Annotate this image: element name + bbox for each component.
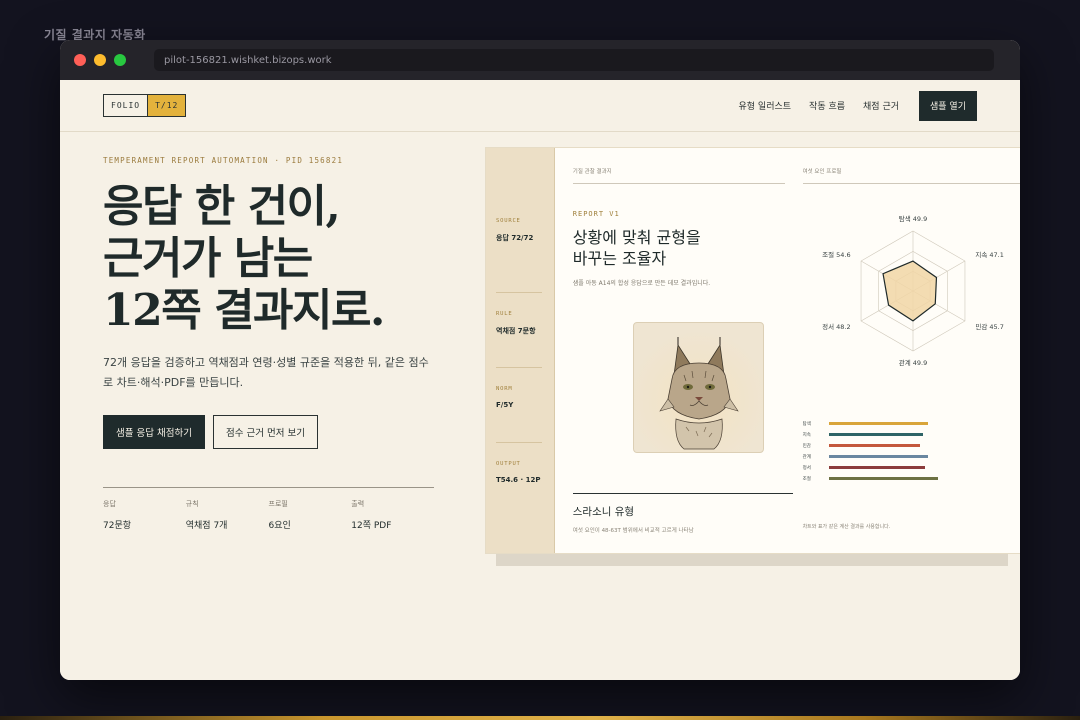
bottom-glow [0, 716, 1080, 720]
bar-track [828, 433, 949, 436]
report-sidebar: SOURCE 응답 72/72 RULE 역채점 7문항 NORM F/5Y O… [486, 148, 555, 553]
chart-note: 차트와 표가 같은 계산 결과를 사용합니다. [802, 524, 891, 530]
side-value: F/5Y [496, 401, 514, 409]
nav-link-illustrations[interactable]: 유형 일러스트 [739, 99, 792, 112]
score-sample-button[interactable]: 샘플 응답 채점하기 [103, 415, 205, 449]
stat-value: 72문항 [103, 521, 132, 531]
top-nav: FOLIO T/12 유형 일러스트 작동 흐름 채점 근거 샘플 열기 [60, 80, 1020, 132]
logo[interactable]: FOLIO T/12 [103, 94, 187, 117]
bar-label: 정서 [802, 465, 811, 471]
bar-row: 관계 [803, 451, 1020, 462]
minimize-window-button[interactable] [94, 54, 106, 66]
cta-row: 샘플 응답 채점하기 점수 근거 먼저 보기 [103, 415, 443, 449]
bar-label: 조절 [802, 476, 811, 482]
stat-responses: 응답 72문항 [103, 499, 186, 531]
nav-link-workflow[interactable]: 작동 흐름 [809, 99, 845, 112]
bar-row: 탐색 [803, 418, 1020, 429]
stats-row: 응답 72문항 규칙 역채점 7개 프로필 6요인 출력 12쪽 PDF [103, 487, 434, 531]
lynx-icon [659, 337, 739, 450]
side-label: OUTPUT [496, 461, 521, 467]
radar-chart: 탐색 49.9 지속 47.1 민감 45.7 관계 49.9 정서 48.2 조절 54… [822, 214, 1004, 367]
radar-axis-label: 관계 49.9 [898, 358, 927, 367]
radar-axis-label: 지속 47.1 [975, 250, 1004, 259]
stat-label: 프로필 [268, 500, 288, 508]
address-bar[interactable]: pilot-156821.wishket.bizops.work [154, 49, 994, 71]
side-block-norm: NORM F/5Y [496, 368, 542, 443]
side-value: 응답 72/72 [496, 234, 534, 242]
report-chart-panel: 여섯 요인 프로필 탐색 49.9 지속 47.1 민감 45.7 관계 49.9 정서… [802, 148, 1020, 553]
nav-link-scoring[interactable]: 채점 근거 [863, 99, 899, 112]
stat-label: 응답 [103, 500, 116, 508]
radar-axis-label: 민감 45.7 [975, 322, 1004, 331]
side-label: NORM [496, 386, 513, 392]
bar-label: 탐색 [802, 421, 811, 427]
side-block-source: SOURCE 응답 72/72 [496, 218, 542, 293]
type-description: 여섯 요인이 48-63T 범위에서 비교적 고르게 나타남 [572, 528, 694, 534]
bar-row: 정서 [803, 462, 1020, 473]
side-value: T54.6 · 12P [496, 476, 541, 484]
bar-label: 지속 [802, 432, 811, 438]
hero-title: 응답 한 건이, 근거가 남는 12쪽 결과지로. [103, 181, 385, 336]
stat-value: 6요인 [268, 521, 291, 531]
hero-description: 72개 응답을 검증하고 역채점과 연령·성별 규준을 적용한 뒤, 같은 점수… [103, 356, 429, 389]
radar-axis-label: 탐색 49.9 [898, 214, 927, 223]
stat-label: 출력 [351, 500, 365, 508]
radar-axis-label: 정서 48.2 [822, 322, 851, 331]
side-block-rule: RULE 역채점 7문항 [496, 293, 542, 368]
site-viewport: FOLIO T/12 유형 일러스트 작동 흐름 채점 근거 샘플 열기 TEM… [60, 80, 1020, 680]
side-label: SOURCE [496, 218, 521, 224]
stat-value: 역채점 7개 [185, 521, 228, 531]
hero-section: TEMPERAMENT REPORT AUTOMATION · PID 1568… [103, 156, 443, 531]
stat-profile: 프로필 6요인 [269, 499, 352, 531]
bar-fill [828, 477, 938, 480]
bar-track [828, 422, 949, 425]
browser-window: pilot-156821.wishket.bizops.work FOLIO T… [60, 40, 1020, 680]
bar-track [828, 477, 949, 480]
report-eyebrow: REPORT V1 [572, 210, 620, 218]
side-value: 역채점 7문항 [496, 327, 536, 335]
logo-tag: T/12 [147, 95, 186, 116]
chart-header: 여섯 요인 프로필 [802, 167, 1020, 184]
bar-track [828, 444, 949, 447]
radar-axis-label: 조절 54.6 [822, 251, 851, 259]
bar-row: 지속 [803, 429, 1020, 440]
bar-fill [828, 466, 925, 469]
open-sample-button[interactable]: 샘플 열기 [919, 90, 977, 121]
view-evidence-button[interactable]: 점수 근거 먼저 보기 [212, 415, 318, 449]
bar-fill [828, 444, 920, 447]
report-header: 기질 관찰 결과지 [572, 167, 785, 184]
bar-fill [828, 433, 923, 436]
bar-fill [828, 455, 929, 458]
report-title: 상황에 맞춰 균형을 바꾸는 조율자 [572, 228, 701, 268]
report-main: 기질 관찰 결과지 REPORT V1 상황에 맞춰 균형을 바꾸는 조율자 샘… [572, 148, 793, 553]
bar-label: 민감 [802, 443, 811, 449]
stat-output: 출력 12쪽 PDF [351, 499, 434, 531]
radar-series-shape [881, 260, 937, 322]
browser-chrome: pilot-156821.wishket.bizops.work [60, 40, 1020, 80]
bar-track [828, 455, 949, 458]
bar-track [828, 466, 949, 469]
close-window-button[interactable] [74, 54, 86, 66]
bar-label: 관계 [802, 454, 811, 460]
stat-value: 12쪽 PDF [351, 521, 392, 531]
maximize-window-button[interactable] [114, 54, 126, 66]
side-label: RULE [496, 311, 513, 317]
bar-row: 민감 [803, 440, 1020, 451]
bar-fill [828, 422, 929, 425]
hero-eyebrow: TEMPERAMENT REPORT AUTOMATION · PID 1568… [103, 156, 344, 165]
stat-label: 규칙 [185, 500, 199, 508]
report-preview[interactable]: SOURCE 응답 72/72 RULE 역채점 7문항 NORM F/5Y O… [485, 147, 1020, 554]
stat-rules: 규칙 역채점 7개 [186, 499, 269, 531]
lynx-illustration [632, 322, 764, 453]
report-description: 샘플 아동 A14의 합성 응답으로 만든 데모 결과입니다. [572, 280, 711, 287]
type-name: 스라소니 유형 [572, 506, 635, 518]
bar-chart: 탐색지속민감관계정서조절 [803, 418, 1020, 484]
report-type-footer: 스라소니 유형 여섯 요인이 48-63T 범위에서 비교적 고르게 나타남 [572, 493, 793, 534]
logo-main: FOLIO [111, 101, 141, 110]
nav-links: 유형 일러스트 작동 흐름 채점 근거 샘플 열기 [721, 90, 977, 121]
side-block-output: OUTPUT T54.6 · 12P [496, 443, 542, 518]
bar-row: 조절 [803, 473, 1020, 484]
